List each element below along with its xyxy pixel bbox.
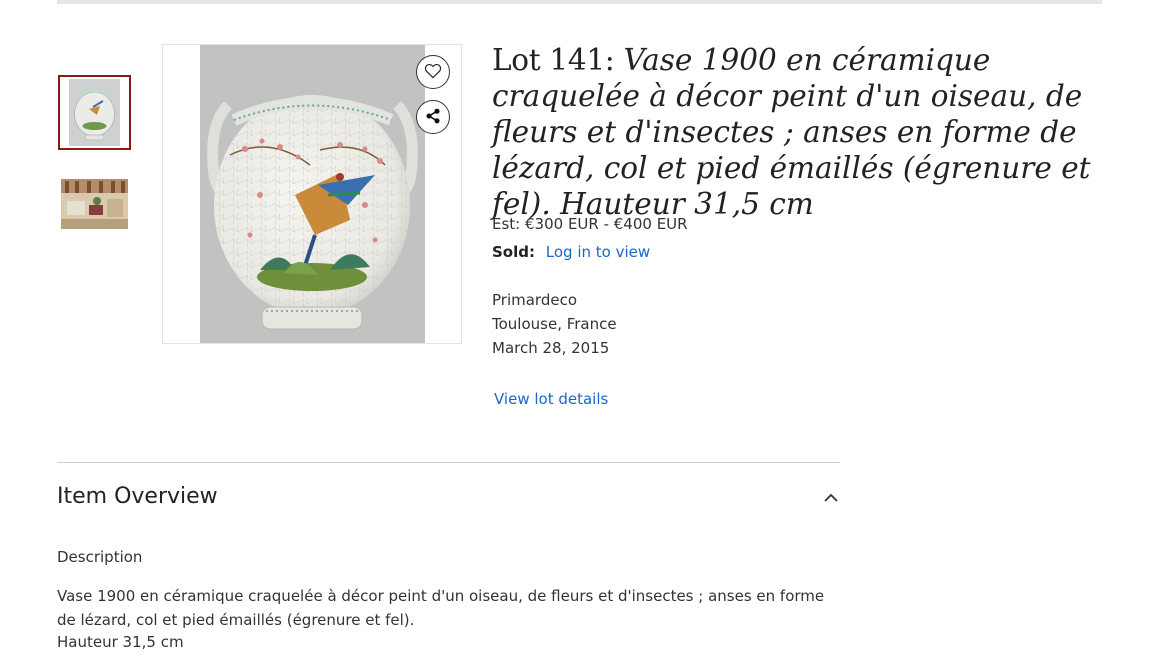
top-divider	[57, 0, 1102, 4]
heart-icon	[424, 63, 442, 82]
estimate-text: Est: €300 EUR - €400 EUR	[492, 215, 688, 233]
main-image-frame[interactable]	[162, 44, 462, 344]
chevron-up-icon[interactable]	[822, 489, 840, 507]
vase-thumbnail-image	[69, 79, 120, 146]
section-divider	[57, 462, 840, 463]
sold-row: Sold: Log in to view	[492, 242, 650, 262]
description-label: Description	[57, 548, 143, 566]
description-height: Hauteur 31,5 cm	[57, 633, 184, 651]
thumbnail-vase-selected[interactable]	[58, 75, 131, 150]
auction-location: Toulouse, France	[492, 315, 617, 333]
share-button[interactable]	[416, 100, 450, 134]
lot-title: Lot 141: Vase 1900 en céramique craquelé…	[492, 42, 1107, 222]
auction-date: March 28, 2015	[492, 339, 610, 357]
item-overview-heading[interactable]: Item Overview	[57, 482, 218, 512]
view-lot-details-link[interactable]: View lot details	[494, 389, 608, 409]
lot-number: Lot 141:	[492, 43, 624, 77]
thumbnail-interior-scene[interactable]	[61, 179, 128, 229]
interior-scene-thumbnail-image	[61, 179, 128, 229]
auction-house: Primardeco	[492, 291, 577, 309]
favorite-button[interactable]	[416, 55, 450, 89]
main-vase-image	[200, 45, 425, 343]
description-text: Vase 1900 en céramique craquelée à décor…	[57, 587, 825, 629]
login-to-view-link[interactable]: Log in to view	[546, 243, 650, 261]
share-icon	[425, 108, 441, 127]
sold-label: Sold:	[492, 243, 535, 261]
